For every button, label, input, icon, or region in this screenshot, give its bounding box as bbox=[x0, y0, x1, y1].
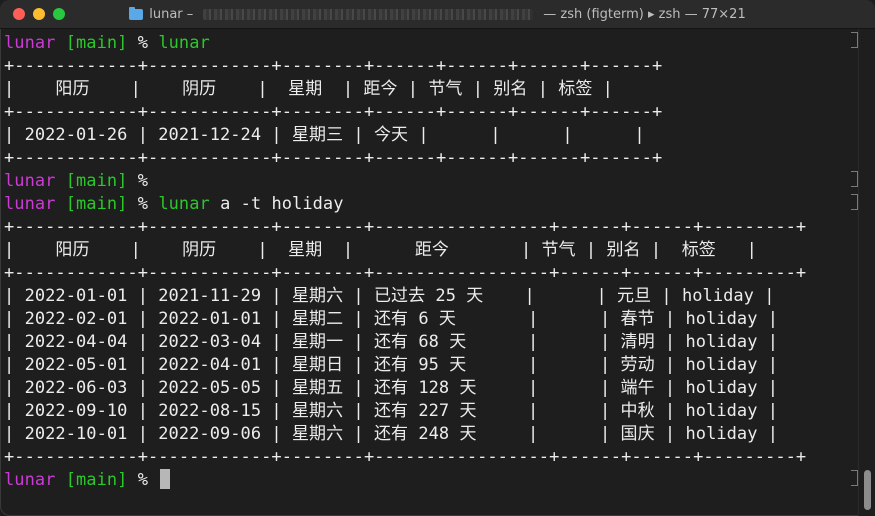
title-bar[interactable]: lunar – — zsh (figterm) ▸ zsh — 77×21 bbox=[0, 0, 875, 29]
output-line: +------------+------------+--------+----… bbox=[4, 102, 663, 122]
prompt-symbol: % bbox=[137, 194, 149, 214]
scrollbar[interactable] bbox=[858, 29, 875, 516]
command-args: a -t holiday bbox=[209, 194, 344, 214]
terminal-output[interactable]: lunar [main] % lunar +------------+------… bbox=[0, 29, 859, 516]
prompt-branch: [main] bbox=[65, 194, 128, 214]
output-line: +------------+------------+--------+----… bbox=[4, 217, 807, 237]
line-marks bbox=[848, 29, 858, 516]
output-line: | 2022-02-01 | 2022-01-01 | 星期二 | 还有 6 天… bbox=[4, 309, 779, 329]
zoom-button[interactable] bbox=[53, 8, 65, 20]
output-line: | 2022-01-01 | 2021-11-29 | 星期六 | 已过去 25… bbox=[4, 286, 775, 306]
terminal-window: lunar – — zsh (figterm) ▸ zsh — 77×21 lu… bbox=[0, 0, 875, 516]
prompt-symbol: % bbox=[137, 33, 149, 53]
prompt-user: lunar bbox=[4, 470, 56, 490]
prompt-line: lunar [main] % lunar bbox=[4, 32, 859, 55]
output-line: +------------+------------+--------+----… bbox=[4, 56, 663, 76]
command: lunar bbox=[158, 33, 210, 53]
window-title: lunar – — zsh (figterm) ▸ zsh — 77×21 bbox=[129, 6, 746, 22]
prompt-line: lunar [main] % lunar a -t holiday bbox=[4, 193, 859, 216]
prompt-symbol: % bbox=[137, 171, 149, 191]
output-line: +------------+------------+--------+----… bbox=[4, 148, 663, 168]
output-line: | 2022-04-04 | 2022-03-04 | 星期一 | 还有 68 … bbox=[4, 332, 779, 352]
prompt-user: lunar bbox=[4, 194, 56, 214]
folder-icon bbox=[129, 6, 144, 20]
title-prefix: lunar – bbox=[149, 6, 194, 22]
scrollbar-thumb[interactable] bbox=[864, 470, 871, 510]
redacted-path bbox=[203, 8, 534, 20]
output-line: | 2022-05-01 | 2022-04-01 | 星期日 | 还有 95 … bbox=[4, 355, 779, 375]
prompt-branch: [main] bbox=[65, 470, 128, 490]
output-line: +------------+------------+--------+----… bbox=[4, 263, 807, 283]
output-line: | 2022-09-10 | 2022-08-15 | 星期六 | 还有 227… bbox=[4, 401, 779, 421]
output-line: | 阳历 | 阴历 | 星期 | 距今 | 节气 | 别名 | 标签 | bbox=[4, 79, 613, 99]
output-line: | 2022-01-26 | 2021-12-24 | 星期三 | 今天 | |… bbox=[4, 125, 645, 145]
prompt-branch: [main] bbox=[65, 33, 128, 53]
prompt-line: lunar [main] % bbox=[4, 170, 859, 193]
output-line: +------------+------------+--------+----… bbox=[4, 447, 807, 467]
output-line: | 2022-10-01 | 2022-09-06 | 星期六 | 还有 248… bbox=[4, 424, 779, 444]
text-cursor bbox=[160, 469, 171, 489]
prompt-user: lunar bbox=[4, 33, 56, 53]
prompt-branch: [main] bbox=[65, 171, 128, 191]
minimize-button[interactable] bbox=[33, 8, 45, 20]
close-button[interactable] bbox=[13, 8, 25, 20]
command: lunar bbox=[158, 194, 210, 214]
prompt-user: lunar bbox=[4, 171, 56, 191]
window-controls bbox=[13, 8, 65, 20]
title-suffix: — zsh (figterm) ▸ zsh — 77×21 bbox=[543, 6, 746, 22]
prompt-symbol: % bbox=[137, 470, 149, 490]
prompt-line: lunar [main] % bbox=[4, 469, 859, 492]
output-line: | 阳历 | 阴历 | 星期 | 距今 | 节气 | 别名 | 标签 | bbox=[4, 240, 757, 260]
output-line: | 2022-06-03 | 2022-05-05 | 星期五 | 还有 128… bbox=[4, 378, 779, 398]
